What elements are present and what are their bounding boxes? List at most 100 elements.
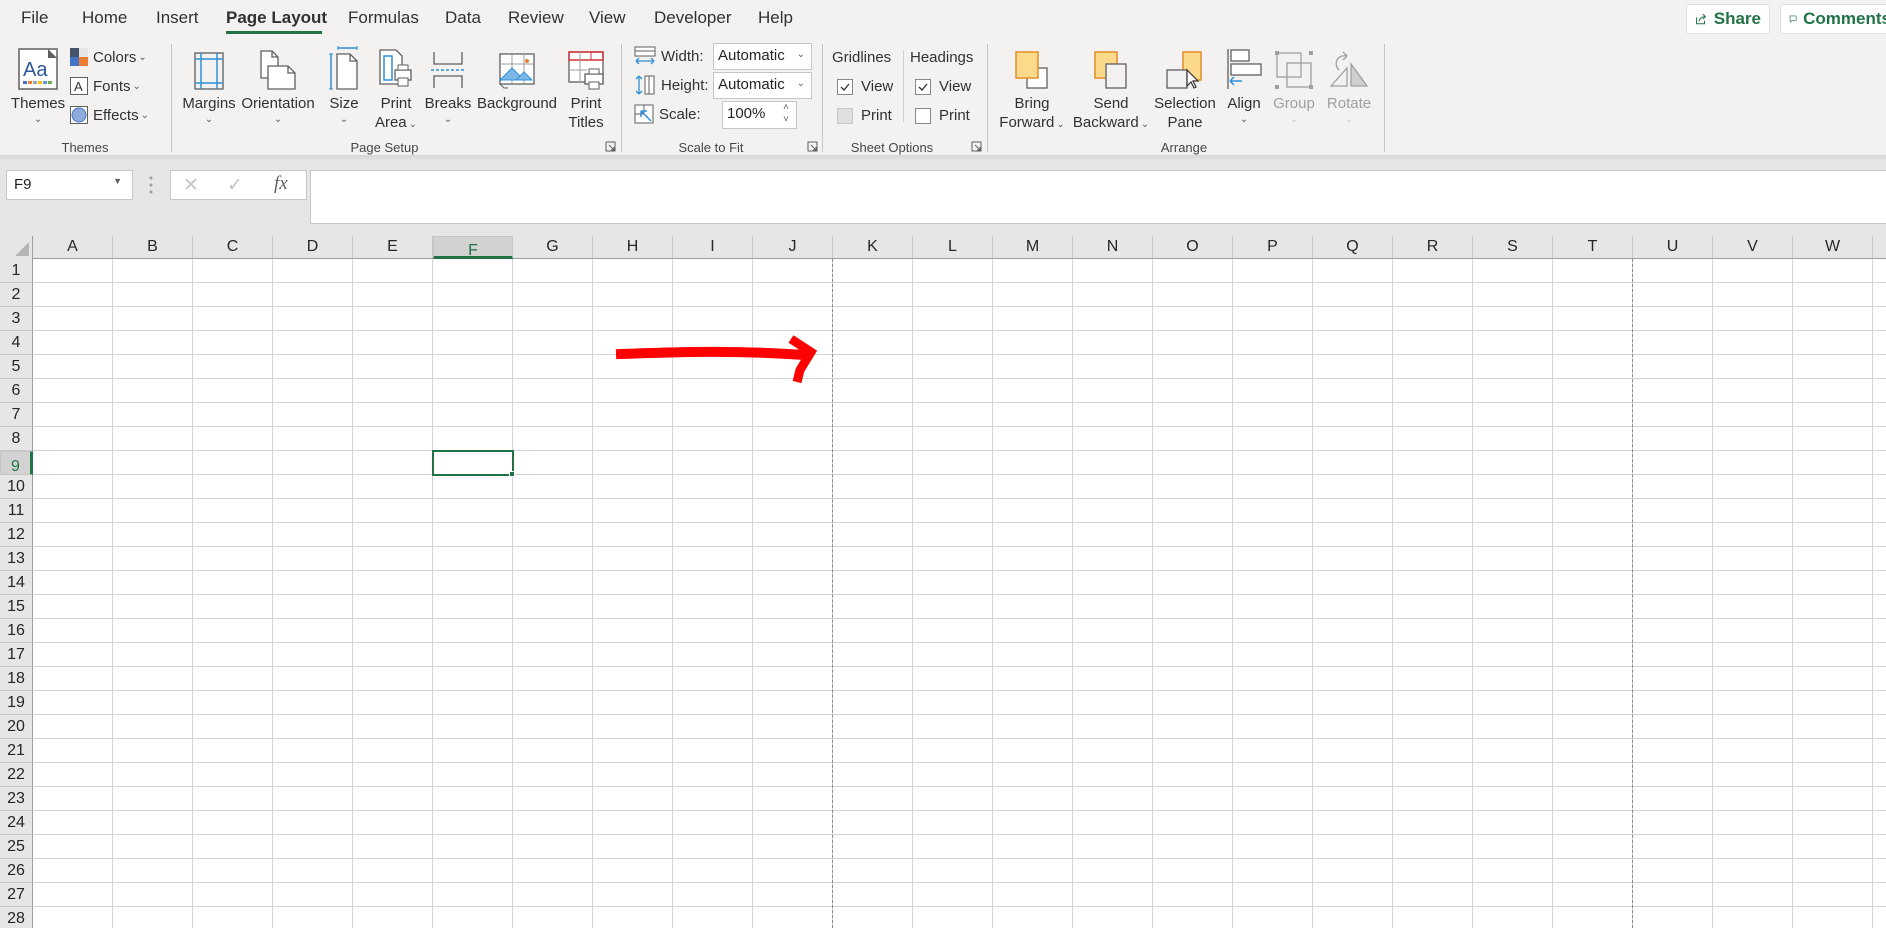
themes-button[interactable]: Aa Themes ⌄ [10, 44, 66, 127]
row-header-27[interactable]: 27 [0, 883, 33, 907]
row-header-9[interactable]: 9 [0, 451, 33, 475]
fill-handle[interactable] [509, 471, 515, 477]
column-header-t[interactable]: T [1553, 236, 1633, 258]
column-header-g[interactable]: G [513, 236, 593, 258]
page-setup-dialog-launcher-icon[interactable] [605, 141, 616, 152]
breaks-button[interactable]: Breaks ⌄ [424, 44, 472, 127]
row-header-8[interactable]: 8 [0, 427, 33, 451]
row-header-3[interactable]: 3 [0, 307, 33, 331]
column-header-j[interactable]: J [753, 236, 833, 258]
tab-developer[interactable]: Developer [654, 8, 732, 28]
tab-view[interactable]: View [589, 8, 626, 28]
row-header-10[interactable]: 10 [0, 475, 33, 499]
spin-up-icon[interactable]: ˄ [783, 102, 789, 114]
row-header-24[interactable]: 24 [0, 811, 33, 835]
send-backward-button[interactable]: Send Backward ⌄ [1071, 44, 1151, 134]
column-header-q[interactable]: Q [1313, 236, 1393, 258]
row-header-12[interactable]: 12 [0, 523, 33, 547]
drag-handle-icon[interactable] [149, 175, 153, 195]
row-header-6[interactable]: 6 [0, 379, 33, 403]
worksheet-grid[interactable]: ABCDEFGHIJKLMNOPQRSTUVW 1 2 3 4 5 6 7 8 9 10 11 12 1… [0, 236, 1886, 928]
group-button[interactable]: Group ⌄ [1270, 44, 1318, 127]
row-header-17[interactable]: 17 [0, 643, 33, 667]
gridlines-view-checkbox[interactable]: View [837, 78, 893, 95]
select-all-button[interactable] [0, 236, 33, 259]
enter-icon[interactable]: ✓ [227, 174, 243, 197]
column-header-a[interactable]: A [33, 236, 113, 258]
column-header-f[interactable]: F [433, 236, 513, 259]
column-header-h[interactable]: H [593, 236, 673, 258]
selection-pane-button[interactable]: Selection Pane [1152, 44, 1218, 132]
row-header-19[interactable]: 19 [0, 691, 33, 715]
row-header-22[interactable]: 22 [0, 763, 33, 787]
row-header-11[interactable]: 11 [0, 499, 33, 523]
column-header-n[interactable]: N [1073, 236, 1153, 258]
column-header-d[interactable]: D [273, 236, 353, 258]
sheet-options-dialog-launcher-icon[interactable] [971, 141, 982, 152]
tab-data[interactable]: Data [445, 8, 481, 28]
row-header-1[interactable]: 1 [0, 259, 33, 283]
tab-home[interactable]: Home [82, 8, 127, 28]
row-header-7[interactable]: 7 [0, 403, 33, 427]
align-button[interactable]: Align ⌄ [1222, 44, 1266, 127]
column-header-v[interactable]: V [1713, 236, 1793, 258]
row-header-15[interactable]: 15 [0, 595, 33, 619]
rotate-button[interactable]: Rotate ⌄ [1324, 44, 1374, 127]
tab-file[interactable]: File [21, 8, 48, 28]
background-button[interactable]: Background [476, 44, 558, 113]
column-header-p[interactable]: P [1233, 236, 1313, 258]
row-header-28[interactable]: 28 [0, 907, 33, 928]
scale-to-fit-dialog-launcher-icon[interactable] [807, 141, 818, 152]
comments-button[interactable]: Comments [1780, 4, 1886, 34]
dropdown-arrow-icon[interactable]: ▼ [113, 176, 122, 186]
row-header-25[interactable]: 25 [0, 835, 33, 859]
tab-review[interactable]: Review [508, 8, 564, 28]
row-header-16[interactable]: 16 [0, 619, 33, 643]
effects-button[interactable]: Effects ⌄ [70, 106, 149, 124]
column-header-o[interactable]: O [1153, 236, 1233, 258]
row-header-21[interactable]: 21 [0, 739, 33, 763]
headings-print-checkbox[interactable]: Print [915, 107, 970, 124]
column-header-e[interactable]: E [353, 236, 433, 258]
row-header-20[interactable]: 20 [0, 715, 33, 739]
row-header-4[interactable]: 4 [0, 331, 33, 355]
tab-page-layout[interactable]: Page Layout [226, 8, 327, 28]
row-header-5[interactable]: 5 [0, 355, 33, 379]
column-header-c[interactable]: C [193, 236, 273, 258]
width-select[interactable]: Automatic ⌄ [713, 43, 812, 70]
column-header-k[interactable]: K [833, 236, 913, 258]
tab-insert[interactable]: Insert [156, 8, 199, 28]
row-header-13[interactable]: 13 [0, 547, 33, 571]
column-header-l[interactable]: L [913, 236, 993, 258]
gridlines-print-checkbox[interactable]: Print [837, 107, 892, 124]
margins-button[interactable]: Margins ⌄ [180, 44, 238, 127]
print-area-button[interactable]: Print Area ⌄ [372, 44, 420, 134]
column-header-r[interactable]: R [1393, 236, 1473, 258]
fonts-button[interactable]: A Fonts ⌄ [70, 77, 141, 95]
print-titles-button[interactable]: Print Titles [563, 44, 609, 132]
column-header-m[interactable]: M [993, 236, 1073, 258]
tab-formulas[interactable]: Formulas [348, 8, 419, 28]
colors-button[interactable]: Colors ⌄ [70, 48, 147, 66]
share-button[interactable]: Share [1686, 4, 1770, 34]
size-button[interactable]: Size ⌄ [326, 44, 362, 127]
cancel-icon[interactable]: ✕ [183, 174, 199, 197]
row-header-14[interactable]: 14 [0, 571, 33, 595]
row-header-2[interactable]: 2 [0, 283, 33, 307]
row-header-26[interactable]: 26 [0, 859, 33, 883]
column-header-w[interactable]: W [1793, 236, 1873, 258]
headings-view-checkbox[interactable]: View [915, 78, 971, 95]
column-header-b[interactable]: B [113, 236, 193, 258]
column-header-s[interactable]: S [1473, 236, 1553, 258]
spin-down-icon[interactable]: ˅ [783, 114, 789, 126]
row-header-18[interactable]: 18 [0, 667, 33, 691]
orientation-button[interactable]: Orientation ⌄ [240, 44, 316, 127]
row-header-23[interactable]: 23 [0, 787, 33, 811]
insert-function-icon[interactable]: fx [274, 173, 288, 195]
scale-spinner[interactable]: 100% ˄ ˅ [722, 101, 797, 129]
bring-forward-button[interactable]: Bring Forward ⌄ [996, 44, 1068, 134]
column-header-u[interactable]: U [1633, 236, 1713, 258]
name-box[interactable]: F9 ▼ [6, 170, 133, 200]
column-header-i[interactable]: I [673, 236, 753, 258]
height-select[interactable]: Automatic ⌄ [713, 72, 812, 99]
